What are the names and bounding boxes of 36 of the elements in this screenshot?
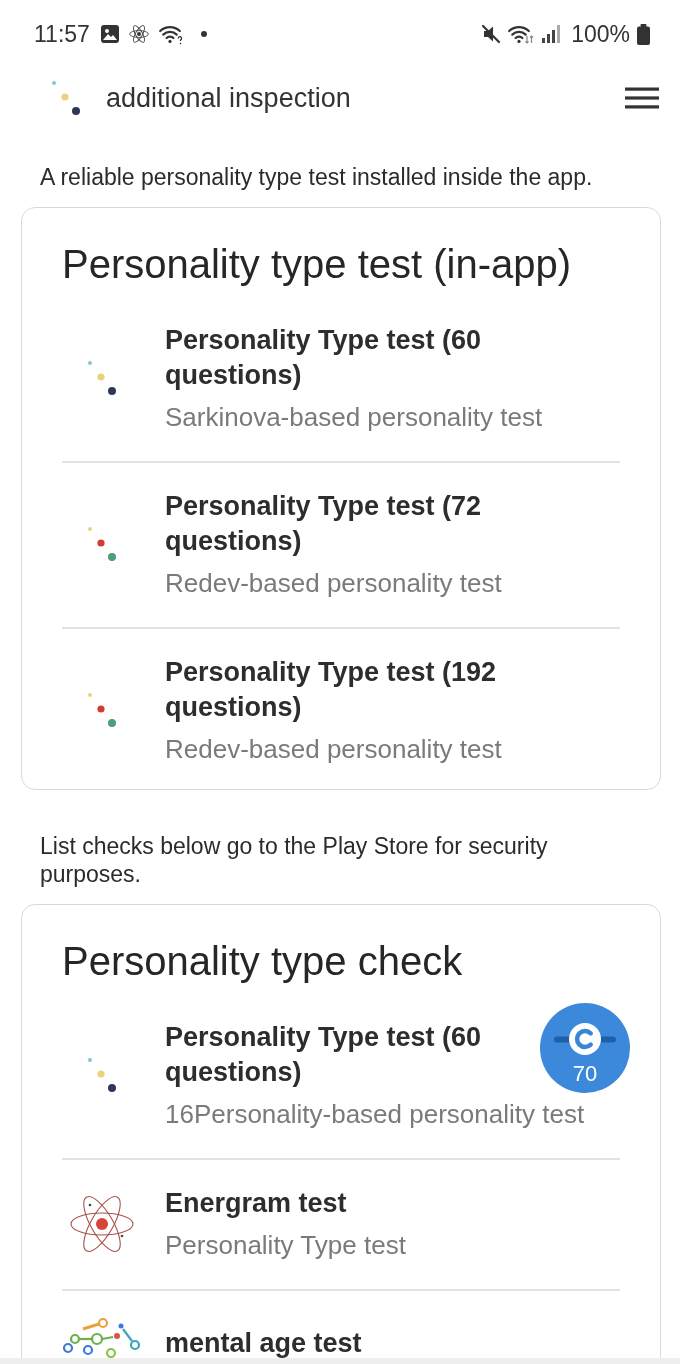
menu-icon[interactable] (625, 87, 659, 109)
app-logo-icon (52, 81, 80, 115)
test-subtitle: Personality Type test (165, 1229, 406, 1261)
points-button[interactable]: 70 (540, 1003, 630, 1093)
atom-icon (70, 1194, 134, 1253)
mute-icon (481, 24, 502, 44)
signal-icon (541, 25, 562, 43)
dots-icon (88, 693, 116, 727)
coin-icon (554, 1022, 616, 1056)
status-time: 11:57 (34, 20, 90, 48)
section-title: Personality type check (62, 938, 464, 984)
section-title: Personality type test (in-app) (62, 241, 573, 287)
notification-dot-icon (200, 31, 207, 37)
test-subtitle: Sarkinova-based personality test (165, 401, 543, 433)
dots-icon (88, 361, 116, 395)
atom-icon (128, 24, 149, 44)
test-subtitle: 16Personality-based personality test (165, 1098, 585, 1130)
network-icon (63, 1317, 141, 1358)
wifi-icon (508, 24, 535, 44)
dots-icon (88, 527, 116, 561)
wifi-question-icon (158, 23, 183, 45)
info-text: List checks below go to the Play Store for security purposes. (39, 832, 549, 888)
page-title: additional inspection (106, 82, 351, 114)
test-title[interactable]: Personality Type test (60 questions) (165, 323, 535, 393)
test-subtitle: Redev-based personality test (165, 567, 503, 599)
dots-icon (88, 1058, 116, 1092)
info-text: A reliable personality type test installed inside the app. (39, 163, 594, 191)
test-title[interactable]: Personality Type test (72 questions) (165, 489, 535, 559)
test-title[interactable]: mental age test (165, 1325, 362, 1358)
test-subtitle: Redev-based personality test (165, 733, 503, 765)
test-title[interactable]: Personality Type test (192 questions) (165, 655, 535, 725)
battery-icon (637, 23, 650, 45)
test-title[interactable]: Energram test (165, 1186, 406, 1221)
gallery-icon (100, 25, 119, 43)
test-title[interactable]: Personality Type test (60 questions) (165, 1020, 535, 1090)
battery-percentage: 100% (571, 20, 630, 48)
